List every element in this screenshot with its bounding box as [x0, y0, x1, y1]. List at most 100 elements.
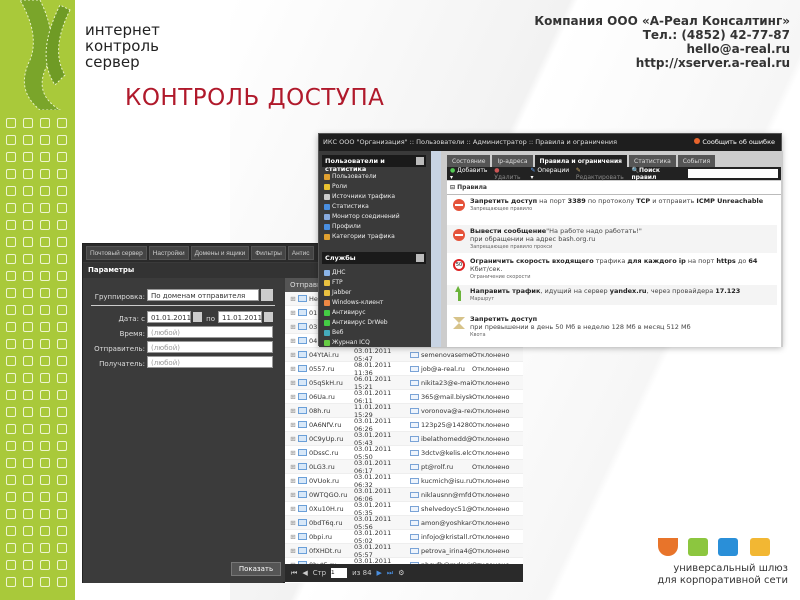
prev-page-button[interactable]: ◀	[302, 569, 307, 577]
expand-icon[interactable]: ⊞	[288, 491, 298, 499]
tab-domains[interactable]: Домены и ящики	[190, 246, 250, 260]
sidebar-item[interactable]: Статистика	[324, 203, 369, 210]
sender-input[interactable]: (любой)	[147, 341, 273, 353]
refresh-icon[interactable]: ⚙	[398, 569, 404, 577]
rule-keyword: Вывести сообщение	[470, 227, 547, 235]
brand-band	[0, 0, 75, 600]
edit-button[interactable]: ✎ Редактировать	[576, 167, 626, 181]
rule-item[interactable]: Запретить доступ при превышении в день 50…	[447, 313, 777, 341]
item-icon	[324, 233, 330, 240]
grouping-select[interactable]: По доменам отправителя	[147, 289, 259, 301]
sidebar-section-services[interactable]: Службы	[322, 252, 426, 264]
sidebar-item[interactable]: Категории трафика	[324, 233, 395, 240]
recipient-input[interactable]: (любой)	[147, 356, 273, 368]
delete-button[interactable]: ● Удалить	[494, 167, 524, 181]
add-button[interactable]: ● Добавить ▾	[450, 167, 488, 181]
rule-item[interactable]: Запретить доступ на порт 3389 по протоко…	[447, 195, 777, 215]
feature-icon	[6, 152, 16, 162]
expand-icon[interactable]: ⊞	[288, 449, 298, 457]
sidebar-item[interactable]: FTP	[324, 279, 343, 286]
expand-icon[interactable]: ⊞	[288, 407, 298, 415]
rule-item[interactable]: Направить трафик, идущий на сервер yande…	[447, 285, 777, 305]
expand-icon[interactable]: ⊞	[288, 519, 298, 527]
email-link[interactable]: hello@a-real.ru	[534, 42, 790, 56]
expand-icon[interactable]: ⊞	[288, 323, 298, 331]
page-input[interactable]	[331, 568, 348, 578]
feature-icon	[57, 475, 67, 485]
expand-icon[interactable]: ⊞	[288, 393, 298, 401]
sidebar-item[interactable]: Антивирус	[324, 309, 366, 316]
sidebar-item[interactable]: Роли	[324, 183, 347, 190]
operations-button[interactable]: ✎ Операции ▾	[530, 167, 569, 181]
rules-header[interactable]: ⊟ Правила	[447, 181, 781, 195]
domain-text: 0VUok.ru	[309, 476, 339, 485]
first-page-button[interactable]: ⏮	[291, 569, 297, 578]
collapse-icon[interactable]	[416, 157, 424, 165]
date-to-input[interactable]: 11.01.2011	[218, 311, 262, 323]
feature-icon	[6, 169, 16, 179]
expand-icon[interactable]: ⊞	[288, 533, 298, 541]
sidebar-section-users[interactable]: Пользователи и статистика	[322, 155, 426, 173]
feature-icon	[6, 339, 16, 349]
sidebar-item[interactable]: Источники трафика	[324, 193, 395, 200]
expand-icon[interactable]: ⊞	[288, 547, 298, 555]
sidebar-item[interactable]: Антивирус DrWeb	[324, 319, 388, 326]
domain-text: 0557.ru	[309, 364, 335, 373]
tab-filters[interactable]: Фильтры	[251, 246, 286, 260]
rule-item[interactable]: 50 Ограничить скорость входящего трафика…	[447, 255, 777, 283]
expand-icon[interactable]: ⊞	[288, 463, 298, 471]
expand-icon[interactable]: ⊞	[288, 351, 298, 359]
report-error-link[interactable]: Сообщить об ошибке	[694, 138, 775, 146]
domain-cell: 0VUok.ru	[298, 477, 354, 485]
collapse-icon[interactable]	[416, 254, 424, 262]
mail-icon	[410, 365, 419, 372]
rule-detail: при превышении в день 50 Мб в неделю 128…	[470, 323, 691, 331]
limit-value: 50	[455, 262, 463, 268]
calendar-icon[interactable]	[264, 312, 273, 322]
domain-text: 0bpi.ru	[309, 532, 333, 541]
feature-icon	[23, 475, 33, 485]
rule-type: Квота	[470, 332, 486, 338]
website-link[interactable]: http://xserver.a-real.ru	[534, 56, 790, 70]
feature-icon	[57, 322, 67, 332]
mail-icon	[750, 538, 770, 556]
tab-antispam[interactable]: Антис	[287, 246, 314, 260]
domain-icon	[298, 519, 307, 526]
expand-icon[interactable]: ⊞	[288, 505, 298, 513]
tab-settings[interactable]: Настройки	[148, 246, 189, 260]
next-page-button[interactable]: ▶	[377, 569, 382, 577]
sidebar-item[interactable]: Пользователи	[324, 173, 377, 180]
time-input[interactable]: (любой)	[147, 326, 273, 338]
sidebar-item[interactable]: Профили	[324, 223, 361, 230]
expand-icon[interactable]: ⊞	[288, 435, 298, 443]
expand-icon[interactable]: ⊞	[288, 477, 298, 485]
expand-icon[interactable]: ⊞	[288, 421, 298, 429]
last-page-button[interactable]: ⏭	[387, 569, 393, 578]
rule-text: на порт	[685, 257, 717, 265]
rule-text: "На работе надо работать!"	[546, 227, 642, 235]
sidebar-item[interactable]: Windows-клиент	[324, 299, 383, 306]
grouping-picker-button[interactable]	[261, 289, 273, 301]
tab-mail-server[interactable]: Почтовый сервер	[86, 246, 147, 260]
company-name: Компания ООО «А-Реал Консалтинг»	[534, 14, 790, 28]
sidebar-item-label: Пользователи	[332, 173, 377, 180]
sidebar-item[interactable]: Журнал ICQ	[324, 339, 370, 346]
sidebar-item[interactable]: ДНС	[324, 269, 345, 276]
email-text: voronova@a-real.ru	[421, 406, 472, 415]
expand-icon[interactable]: ⊞	[288, 295, 298, 303]
rule-item[interactable]: Вывести сообщение"На работе надо работат…	[447, 225, 777, 253]
expand-icon[interactable]: ⊞	[288, 337, 298, 345]
expand-icon[interactable]: ⊞	[288, 365, 298, 373]
sidebar-item[interactable]: Монитор соединений	[324, 213, 400, 220]
sidebar-scrollbar[interactable]	[431, 151, 441, 347]
search-input[interactable]	[687, 169, 779, 178]
email-cell: 365@mail.biysk.ru	[410, 393, 472, 401]
feature-icon	[23, 305, 33, 315]
expand-icon[interactable]: ⊞	[288, 379, 298, 387]
sidebar-item[interactable]: Веб	[324, 329, 344, 336]
feature-icon	[40, 135, 50, 145]
expand-icon[interactable]: ⊞	[288, 309, 298, 317]
show-button[interactable]: Показать	[231, 562, 281, 576]
sidebar-item[interactable]: Jabber	[324, 289, 351, 296]
sidebar-item-label: Jabber	[332, 289, 352, 296]
